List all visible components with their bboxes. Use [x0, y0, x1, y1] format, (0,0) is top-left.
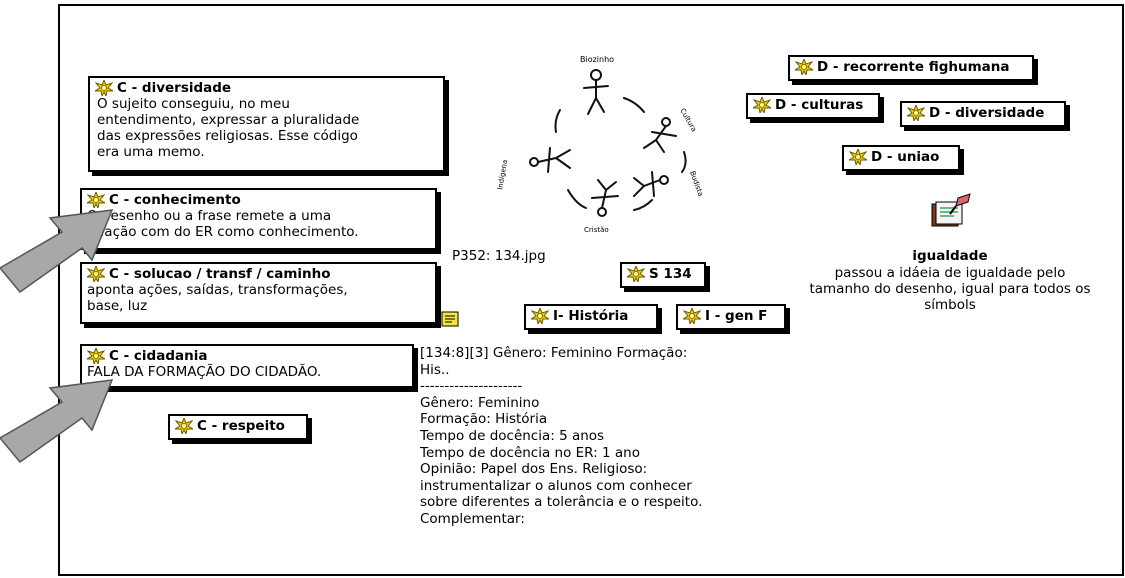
quotation-line: His.. [420, 361, 450, 378]
code-star-icon [175, 418, 193, 434]
code-star-icon [683, 308, 701, 324]
code-title: D - recorrente fighumana [817, 59, 1010, 75]
comment-line: O sujeito conseguiu, no meu [97, 96, 290, 112]
quotation-line: [134:8][3] Gênero: Feminino Formação: [420, 345, 688, 361]
memo-line: símbols [924, 297, 976, 313]
quotation-line: Tempo de docência: 5 anos [420, 427, 605, 444]
memo-icon[interactable] [928, 192, 974, 232]
comment-line: base, luz [87, 298, 148, 314]
code-c-cidadania[interactable]: C - cidadania FALA DA FORMAÇÃO DO CIDADÃ… [80, 344, 414, 388]
memo-text: passou a idáeia de igualdade pelo tamanh… [780, 265, 1120, 313]
quotation-line: instrumentalizar o alunos com conhecer [420, 477, 692, 494]
quotation-line: Tempo de docência no ER: 1 ano [420, 444, 640, 461]
code-title: C - cidadania [109, 348, 208, 364]
comment-line: FALA DA FORMAÇÃO DO CIDADÃO. [87, 364, 322, 380]
code-title: D - culturas [775, 97, 864, 113]
code-star-icon [907, 105, 925, 121]
code-title: D - diversidade [929, 105, 1045, 121]
quotation-separator: --------------------- [420, 378, 523, 395]
comment-line: O desenho ou a frase remete a uma [87, 208, 332, 224]
code-d-recorrente[interactable]: D - recorrente fighumana [788, 55, 1034, 81]
comment-line: relação com do ER como conhecimento. [87, 224, 359, 240]
code-star-icon [849, 149, 867, 165]
comment-line: era uma memo. [97, 144, 205, 160]
drawing-label: Budista [688, 170, 705, 197]
code-c-conhecimento[interactable]: C - conhecimento O desenho ou a frase re… [80, 188, 437, 250]
quotation-icon[interactable] [440, 308, 462, 330]
code-title: C - respeito [197, 418, 285, 434]
quotation-line: Gênero: Feminino [420, 394, 540, 411]
code-i-gen-f[interactable]: I - gen F [676, 304, 786, 330]
code-title: C - diversidade [117, 80, 232, 96]
code-title: C - solucao / transf / caminho [109, 266, 331, 282]
code-d-culturas[interactable]: D - culturas [746, 93, 880, 119]
code-title: I- História [553, 308, 629, 324]
drawing-label: Cultura [678, 107, 698, 133]
comment-line: das expressões religiosas. Esse código [97, 128, 358, 144]
code-title: D - uniao [871, 149, 940, 165]
pointer-arrow-cidadania [0, 379, 114, 464]
memo-line: passou a idáeia de igualdade pelo [834, 265, 1066, 281]
code-c-diversidade[interactable]: C - diversidade O sujeito conseguiu, no … [88, 76, 445, 172]
memo-line: tamanho do desenho, igual para todos os [809, 281, 1091, 297]
code-i-historia[interactable]: I- História [524, 304, 658, 330]
drawing-label: Biozinho [580, 55, 614, 64]
quotation-line: Complementar: [420, 510, 525, 527]
quotation-text[interactable]: [134:8][3] Gênero: Feminino Formação: Hi… [420, 345, 702, 528]
drawing-image[interactable]: Biozinho Cultura Budista Cristão Indígen… [484, 40, 724, 240]
memo-title: igualdade [912, 248, 988, 264]
quotation-line: Opinião: Papel dos Ens. Religioso: [420, 461, 648, 478]
code-c-solucao[interactable]: C - solucao / transf / caminho aponta aç… [80, 262, 437, 324]
code-star-icon [795, 59, 813, 75]
code-star-icon [95, 80, 113, 96]
code-d-uniao[interactable]: D - uniao [842, 145, 960, 171]
code-star-icon [87, 348, 105, 364]
image-caption: P352: 134.jpg [452, 248, 546, 264]
code-title: I - gen F [705, 308, 768, 324]
code-title: S 134 [649, 266, 692, 282]
code-d-diversidade[interactable]: D - diversidade [900, 101, 1066, 127]
code-c-respeito[interactable]: C - respeito [168, 414, 308, 440]
drawing-label: Cristão [584, 226, 609, 234]
code-star-icon [627, 266, 645, 282]
comment-line: entendimento, expressar a pluralidade [97, 112, 360, 128]
comment-line: aponta ações, saídas, transformações, [87, 282, 348, 298]
code-s-134[interactable]: S 134 [620, 262, 706, 288]
code-star-icon [753, 97, 771, 113]
drawing-label: Indígena [496, 159, 509, 190]
quotation-line: Formação: História [420, 411, 548, 428]
quotation-line: sobre diferentes a tolerância e o respei… [420, 494, 703, 511]
pointer-arrow-conhecimento [0, 209, 114, 294]
code-star-icon [531, 308, 549, 324]
